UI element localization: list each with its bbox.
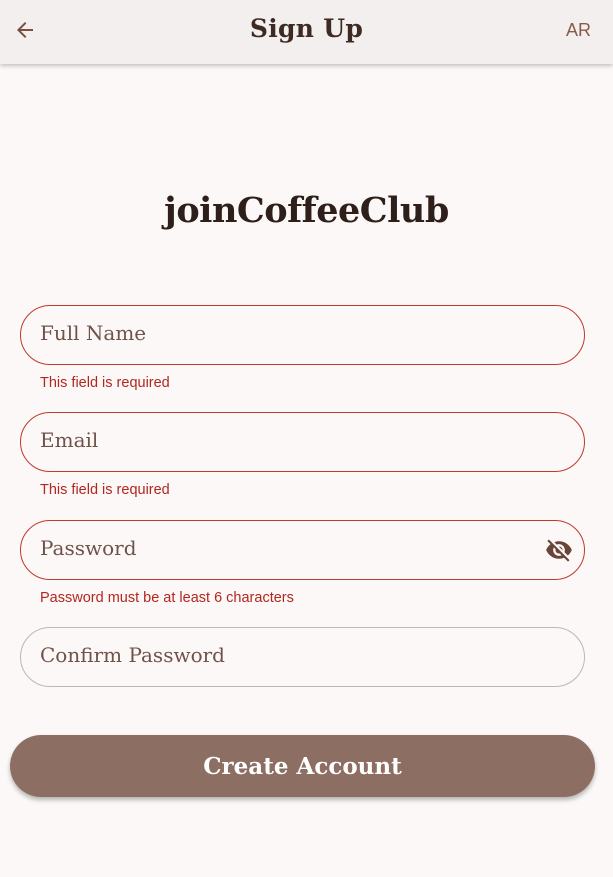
full-name-input[interactable]: [21, 306, 584, 364]
email-field-container: [20, 412, 585, 472]
password-error: Password must be at least 6 characters: [40, 590, 294, 606]
full-name-field-container: [20, 305, 585, 365]
password-input[interactable]: [21, 521, 584, 579]
eye-off-icon: [546, 539, 572, 562]
confirm-password-field-container: [20, 627, 585, 687]
email-input[interactable]: [21, 413, 584, 471]
brand-heading: joinCoffeeClub: [164, 190, 449, 231]
create-account-button[interactable]: Create Account: [10, 735, 595, 797]
app-bar: Sign Up AR: [0, 0, 613, 64]
password-field-container: [20, 520, 585, 580]
language-toggle[interactable]: AR: [566, 20, 591, 41]
password-visibility-toggle[interactable]: [544, 535, 574, 565]
email-error: This field is required: [40, 482, 170, 498]
page-title: Sign Up: [249, 14, 364, 43]
full-name-error: This field is required: [40, 375, 170, 391]
confirm-password-input[interactable]: [21, 628, 584, 686]
